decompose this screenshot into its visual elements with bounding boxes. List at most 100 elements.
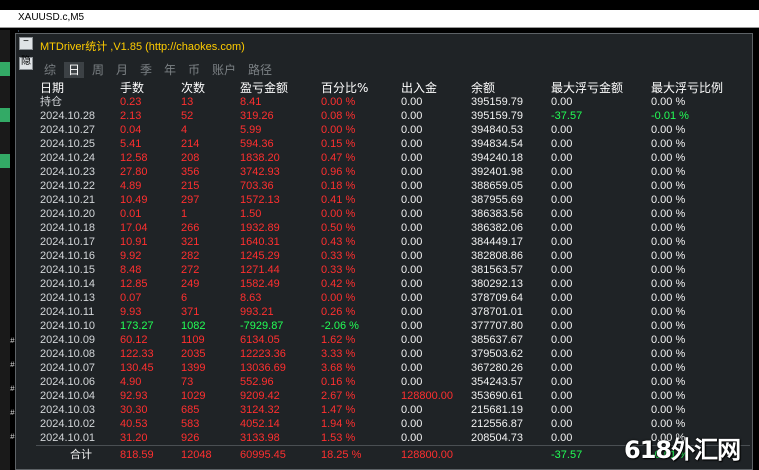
cell-lots: 173.27 <box>120 320 154 332</box>
cell-date: 2024.10.01 <box>40 432 96 444</box>
cell-percent: 0.96 % <box>321 166 356 178</box>
cell-balance: 394840.53 <box>471 124 523 136</box>
cell-count: 1109 <box>181 334 205 346</box>
cell-max-drawdown-amount: 0.00 <box>551 348 573 360</box>
cell-percent: 2.67 % <box>321 390 356 402</box>
cell-deposit-withdraw: 0.00 <box>401 264 423 276</box>
cell-max-drawdown-percent: 0.00 % <box>651 376 686 388</box>
table-row: 2024.10.22 4.89 215 703.36 0.18 % 0.00 388659.… <box>40 179 750 193</box>
cell-profit-loss: 552.96 <box>240 376 274 388</box>
cell-max-drawdown-percent: 0.00 % <box>651 348 686 360</box>
header-max-drawdown-amount[interactable]: 最大浮亏金额 <box>551 81 623 95</box>
cell-deposit-withdraw: 0.00 <box>401 376 423 388</box>
tab-currency[interactable]: 币 <box>184 62 204 78</box>
cell-percent: 1.94 % <box>321 418 356 430</box>
cell-count: 1082 <box>181 320 206 332</box>
cell-deposit-withdraw: 0.00 <box>401 278 423 290</box>
header-lots[interactable]: 手数 <box>120 81 144 95</box>
cell-max-drawdown-percent: 0.00 % <box>651 124 686 136</box>
header-max-drawdown-percent[interactable]: 最大浮亏比例 <box>651 81 723 95</box>
cell-max-drawdown-percent: 0.00 % <box>651 278 686 290</box>
cell-deposit-withdraw: 0.00 <box>401 250 423 262</box>
cell-max-drawdown-amount: -37.57 <box>551 110 583 122</box>
cell-max-drawdown-amount: 0.00 <box>551 250 573 262</box>
cell-lots: 0.23 <box>120 96 142 108</box>
chart-symbol-tab[interactable]: XAUUSD.c,M5 <box>0 10 759 28</box>
header-deposit-withdraw[interactable]: 出入金 <box>401 81 437 95</box>
cell-count: 208 <box>181 152 200 164</box>
cell-max-drawdown-amount: 0.00 <box>551 278 573 290</box>
cell-lots: 2.13 <box>120 110 142 122</box>
cell-max-drawdown-percent: 0.00 % <box>651 306 686 318</box>
header-balance[interactable]: 余额 <box>471 81 495 95</box>
cell-date: 2024.10.10 <box>40 320 96 332</box>
cell-max-drawdown-amount: 0.00 <box>551 334 573 346</box>
cell-date: 2024.10.21 <box>40 194 96 206</box>
cell-count: 282 <box>181 250 200 262</box>
cell-max-drawdown-percent: 0.00 % <box>651 418 686 430</box>
header-date[interactable]: 日期 <box>40 81 64 95</box>
cell-max-drawdown-amount: 0.00 <box>551 166 573 178</box>
hide-button[interactable]: 隐 <box>19 57 33 70</box>
tab-summary[interactable]: 综 <box>40 62 60 78</box>
cell-max-drawdown-percent: 0.00 % <box>651 96 686 108</box>
cell-balance: 394834.54 <box>471 138 523 150</box>
cell-max-drawdown-percent: 0.00 % <box>651 404 686 416</box>
cell-max-drawdown-amount: 0.00 <box>551 194 573 206</box>
cell-deposit-withdraw: 0.00 <box>401 334 423 346</box>
cell-profit-loss: 6134.05 <box>240 334 280 346</box>
tab-path[interactable]: 路径 <box>244 62 276 78</box>
cell-deposit-withdraw: 0.00 <box>401 152 423 164</box>
cell-percent: 0.15 % <box>321 138 356 150</box>
tab-month[interactable]: 月 <box>112 62 132 78</box>
tab-account[interactable]: 账户 <box>208 62 240 78</box>
window-titlebar[interactable]: − MTDriver统计 ,V1.85 (http://chaokes.com) <box>16 34 752 54</box>
cell-lots: 60.12 <box>120 334 148 346</box>
cell-profit-loss: 1838.20 <box>240 152 280 164</box>
period-tabs: 综日周月季年币账户 路径 <box>40 59 280 78</box>
cell-max-drawdown-amount: 0.00 <box>551 138 573 150</box>
cell-date: 2024.10.23 <box>40 166 96 178</box>
cell-balance: 353690.61 <box>471 390 523 402</box>
table-row: 2024.10.06 4.90 73 552.96 0.16 % 0.00 354243.5… <box>40 375 750 389</box>
cell-max-drawdown-percent: 0.00 % <box>651 180 686 192</box>
cell-deposit-withdraw: 0.00 <box>401 180 423 192</box>
chart-symbol-label: XAUUSD.c,M5 <box>18 12 85 23</box>
cell-deposit-withdraw: 0.00 <box>401 166 423 178</box>
cell-balance: 378701.01 <box>471 306 523 318</box>
cell-profit-loss: 703.36 <box>240 180 274 192</box>
cell-lots: 4.90 <box>120 376 142 388</box>
cell-percent: 1.47 % <box>321 404 356 416</box>
cell-deposit-withdraw: 0.00 <box>401 236 423 248</box>
cell-max-drawdown-percent: 0.00 % <box>651 208 686 220</box>
header-percent[interactable]: 百分比% <box>321 81 368 95</box>
tab-quarter[interactable]: 季 <box>136 62 156 78</box>
cell-count: 13 <box>181 96 194 108</box>
cell-count: 215 <box>181 180 200 192</box>
table-row: 2024.10.02 40.53 583 4052.14 1.94 % 0.00 21255… <box>40 417 750 431</box>
cell-max-drawdown-percent: -0.01 % <box>651 110 689 122</box>
cell-max-drawdown-amount: 0.00 <box>551 208 573 220</box>
header-count[interactable]: 次数 <box>181 81 205 95</box>
table-row: 2024.10.21 10.49 297 1572.13 0.41 % 0.00 38795… <box>40 193 750 207</box>
cell-lots: 12.85 <box>120 278 148 290</box>
total-deposit-withdraw: 128800.00 <box>401 449 453 461</box>
tab-year[interactable]: 年 <box>160 62 180 78</box>
cell-profit-loss: 319.26 <box>240 110 274 122</box>
table-row: 2024.10.08 122.33 2035 12223.36 3.33 % 0.00 37… <box>40 347 750 361</box>
tab-week[interactable]: 周 <box>88 62 108 78</box>
cell-deposit-withdraw: 0.00 <box>401 348 423 360</box>
cell-profit-loss: 5.99 <box>240 124 262 136</box>
cell-max-drawdown-amount: 0.00 <box>551 418 573 430</box>
minimize-button[interactable]: − <box>19 37 33 50</box>
cell-percent: 0.00 % <box>321 96 356 108</box>
cell-date: 2024.10.09 <box>40 334 96 346</box>
cell-lots: 27.80 <box>120 166 148 178</box>
cell-max-drawdown-amount: 0.00 <box>551 320 573 332</box>
tab-day[interactable]: 日 <box>64 62 84 78</box>
header-profit-loss[interactable]: 盈亏金额 <box>240 81 288 95</box>
cell-balance: 380292.13 <box>471 278 523 290</box>
cell-max-drawdown-percent: 0.00 % <box>651 236 686 248</box>
cell-lots: 30.30 <box>120 404 148 416</box>
cell-percent: 0.00 % <box>321 124 356 136</box>
